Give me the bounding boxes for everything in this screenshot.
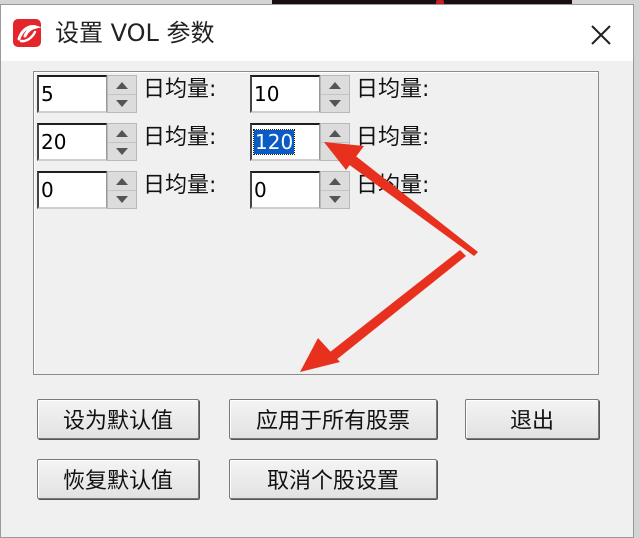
period-input-2[interactable]: 10 — [250, 75, 320, 113]
spin-up-icon — [329, 129, 341, 137]
spin-up-button[interactable] — [108, 76, 136, 95]
spin-down-icon — [329, 195, 341, 203]
apply-all-stocks-button[interactable]: 应用于所有股票 — [229, 399, 437, 439]
spin-up-button[interactable] — [321, 172, 349, 191]
vol-settings-dialog: 设置 VOL 参数 5 日均量: 10 日均量: 20 日均量: 120 日均量… — [0, 4, 634, 538]
period-input-5[interactable]: 0 — [37, 171, 107, 209]
exit-button[interactable]: 退出 — [465, 399, 599, 439]
period-spinner-3[interactable]: 20 — [37, 123, 137, 161]
window-title: 设置 VOL 参数 — [55, 19, 215, 47]
spin-buttons[interactable] — [107, 171, 137, 209]
spin-buttons[interactable] — [320, 123, 350, 161]
spin-up-icon — [329, 177, 341, 185]
set-default-button[interactable]: 设为默认值 — [37, 399, 199, 439]
restore-default-button[interactable]: 恢复默认值 — [37, 459, 199, 499]
period-spinner-5[interactable]: 0 — [37, 171, 137, 209]
title-bar[interactable]: 设置 VOL 参数 — [1, 5, 633, 61]
spin-down-button[interactable] — [321, 190, 349, 208]
period-spinner-1[interactable]: 5 — [37, 75, 137, 113]
cancel-individual-settings-button[interactable]: 取消个股设置 — [229, 459, 437, 499]
period-input-3[interactable]: 20 — [37, 123, 107, 161]
spin-buttons[interactable] — [320, 171, 350, 209]
period-spinner-4[interactable]: 120 — [250, 123, 350, 161]
spin-down-icon — [116, 99, 128, 107]
unit-label-2: 日均量: — [356, 77, 430, 102]
spin-up-icon — [116, 129, 128, 137]
spin-up-button[interactable] — [321, 124, 349, 143]
period-input-4[interactable]: 120 — [250, 123, 320, 161]
unit-label-4: 日均量: — [356, 125, 430, 150]
spin-up-icon — [116, 177, 128, 185]
unit-label-1: 日均量: — [143, 77, 217, 102]
unit-label-3: 日均量: — [143, 125, 217, 150]
spin-down-icon — [329, 99, 341, 107]
spin-up-icon — [329, 81, 341, 89]
selected-text: 120 — [252, 129, 296, 155]
close-button[interactable] — [581, 15, 621, 55]
spin-down-icon — [116, 147, 128, 155]
spin-down-icon — [329, 147, 341, 155]
period-spinner-6[interactable]: 0 — [250, 171, 350, 209]
spin-up-icon — [116, 81, 128, 89]
spin-buttons[interactable] — [107, 75, 137, 113]
period-spinner-2[interactable]: 10 — [250, 75, 350, 113]
spin-up-button[interactable] — [108, 172, 136, 191]
spin-down-button[interactable] — [321, 142, 349, 160]
spin-buttons[interactable] — [107, 123, 137, 161]
close-icon — [591, 25, 611, 45]
spin-down-button[interactable] — [321, 94, 349, 112]
parameter-panel — [33, 71, 599, 375]
spin-up-button[interactable] — [108, 124, 136, 143]
period-input-1[interactable]: 5 — [37, 75, 107, 113]
unit-label-5: 日均量: — [143, 173, 217, 198]
spin-up-button[interactable] — [321, 76, 349, 95]
spin-buttons[interactable] — [320, 75, 350, 113]
period-input-6[interactable]: 0 — [250, 171, 320, 209]
spin-down-button[interactable] — [108, 190, 136, 208]
spin-down-icon — [116, 195, 128, 203]
unit-label-6: 日均量: — [356, 173, 430, 198]
app-logo-icon — [13, 19, 41, 47]
spin-down-button[interactable] — [108, 142, 136, 160]
spin-down-button[interactable] — [108, 94, 136, 112]
